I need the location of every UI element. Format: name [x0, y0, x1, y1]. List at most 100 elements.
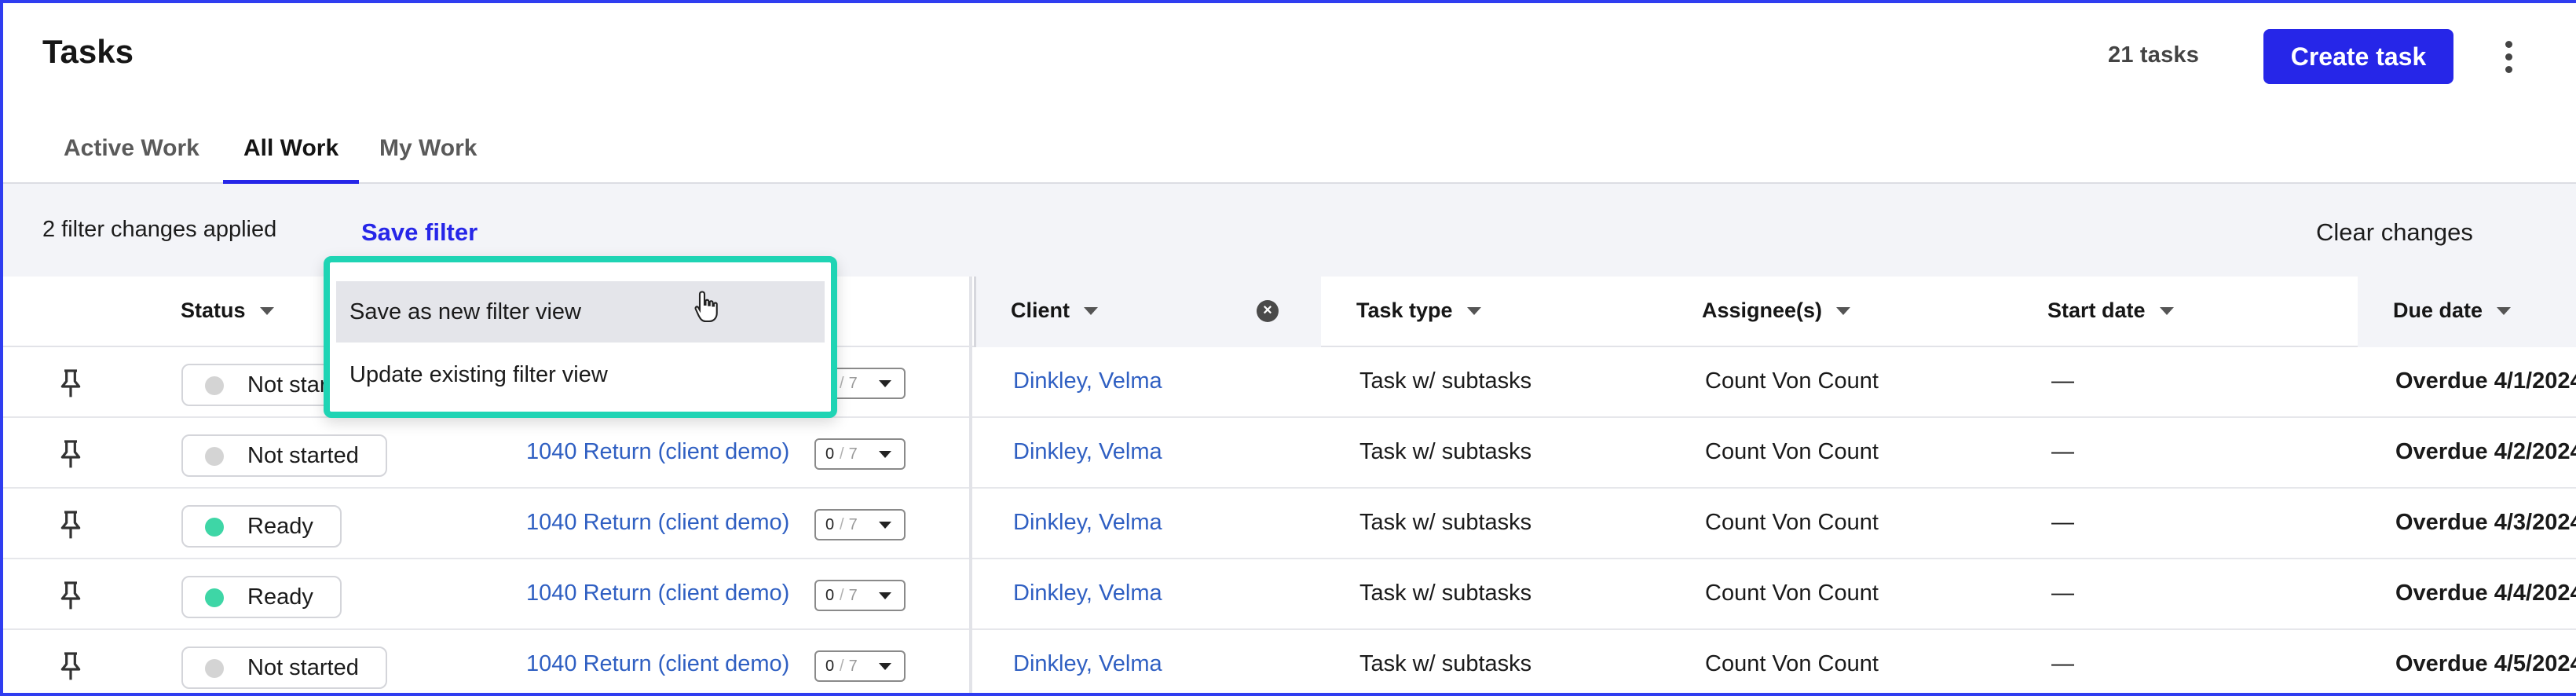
- status-dot: [205, 588, 224, 607]
- menu-item-update-existing[interactable]: Update existing filter view: [336, 344, 825, 405]
- save-filter-menu: Save as new filter view Update existing …: [324, 256, 837, 418]
- clear-client-filter-icon[interactable]: ×: [1257, 300, 1279, 322]
- subtask-progress-dropdown[interactable]: 0/7: [814, 438, 906, 470]
- sort-caret-icon: [2497, 306, 2512, 315]
- subtasks-total: 7: [848, 657, 858, 675]
- save-filter-button[interactable]: Save filter: [361, 218, 478, 247]
- assignee: Count Von Count: [1705, 510, 1879, 535]
- status-dot: [205, 447, 224, 466]
- tab-my-work[interactable]: My Work: [379, 135, 477, 184]
- status-selector[interactable]: Not started: [181, 434, 387, 477]
- task-type: Task w/ subtasks: [1359, 368, 1532, 394]
- chevron-down-icon: [878, 521, 891, 529]
- sort-caret-icon: [1084, 306, 1099, 315]
- client-link[interactable]: Dinkley, Velma: [1013, 368, 1162, 394]
- status-dot: [205, 518, 224, 537]
- status-label: Ready: [247, 584, 313, 610]
- start-date: —: [2051, 651, 2074, 676]
- status-dot: [205, 659, 224, 678]
- app-window: Tasks 21 tasks Create task Active Work A…: [0, 0, 2576, 696]
- chevron-down-icon: [878, 379, 891, 387]
- task-link[interactable]: 1040 Return (client demo): [526, 439, 789, 465]
- due-date: Overdue 4/2/2024: [2395, 439, 2576, 464]
- subtask-progress-dropdown[interactable]: 0/7: [814, 650, 906, 682]
- due-date: Overdue 4/3/2024: [2395, 510, 2576, 535]
- start-date: —: [2051, 368, 2074, 394]
- subtask-progress-dropdown[interactable]: 0/7: [814, 580, 906, 611]
- chevron-down-icon: [878, 592, 891, 599]
- client-link[interactable]: Dinkley, Velma: [1013, 510, 1162, 536]
- sort-caret-icon: [2159, 306, 2174, 315]
- column-divider: [969, 277, 972, 693]
- subtasks-total: 7: [848, 586, 858, 604]
- subtasks-done: 0: [825, 445, 835, 463]
- subtasks-total: 7: [848, 445, 858, 463]
- pin-icon[interactable]: [58, 650, 83, 682]
- assignee: Count Von Count: [1705, 651, 1879, 676]
- hand-pointer-icon: [694, 291, 718, 323]
- page-title: Tasks: [42, 33, 134, 70]
- chevron-down-icon: [878, 662, 891, 670]
- start-date: —: [2051, 510, 2074, 535]
- create-task-button[interactable]: Create task: [2263, 29, 2453, 84]
- due-date: Overdue 4/5/2024: [2395, 651, 2576, 676]
- task-type: Task w/ subtasks: [1359, 581, 1532, 606]
- subtasks-done: 0: [825, 515, 835, 533]
- assignee: Count Von Count: [1705, 439, 1879, 464]
- start-date: —: [2051, 581, 2074, 606]
- subtask-progress-dropdown[interactable]: 0/7: [814, 509, 906, 540]
- task-type: Task w/ subtasks: [1359, 439, 1532, 464]
- table-row[interactable]: Ready 1040 Return (client demo) 0/7 Dinkley…: [3, 559, 2576, 630]
- subtasks-done: 0: [825, 657, 835, 675]
- table-row[interactable]: Ready 1040 Return (client demo) 0/7 Dinkley…: [3, 489, 2576, 559]
- task-count: 21 tasks: [2108, 42, 2200, 68]
- sort-caret-icon: [259, 306, 274, 315]
- column-header-assignees[interactable]: Assignee(s): [1702, 299, 1851, 323]
- task-link[interactable]: 1040 Return (client demo): [526, 651, 789, 677]
- due-date: Overdue 4/4/2024: [2395, 581, 2576, 606]
- assignee: Count Von Count: [1705, 581, 1879, 606]
- client-link[interactable]: Dinkley, Velma: [1013, 651, 1162, 677]
- status-label: Not started: [247, 655, 359, 680]
- table-row[interactable]: Not started 1040 Return (client demo) 0/7 D…: [3, 418, 2576, 489]
- task-link[interactable]: 1040 Return (client demo): [526, 510, 789, 536]
- table-row[interactable]: Not started 1040 Return (client demo) 0/7 D…: [3, 630, 2576, 693]
- status-dot: [205, 376, 224, 395]
- start-date: —: [2051, 439, 2074, 464]
- column-header-status[interactable]: Status: [181, 299, 274, 323]
- status-label: Ready: [247, 514, 313, 539]
- client-link[interactable]: Dinkley, Velma: [1013, 581, 1162, 606]
- more-options-icon[interactable]: [2489, 31, 2528, 82]
- pin-icon[interactable]: [58, 368, 83, 399]
- due-date: Overdue 4/1/2024: [2395, 368, 2576, 394]
- task-link[interactable]: 1040 Return (client demo): [526, 581, 789, 606]
- tab-bar: Active Work All Work My Work: [3, 121, 2576, 184]
- page-header: Tasks 21 tasks Create task Active Work A…: [3, 3, 2576, 184]
- pin-icon[interactable]: [58, 509, 83, 540]
- pin-icon[interactable]: [58, 580, 83, 611]
- tab-all-work[interactable]: All Work: [223, 135, 360, 184]
- sort-caret-icon: [1836, 306, 1851, 315]
- menu-item-save-as-new[interactable]: Save as new filter view: [336, 281, 825, 343]
- filter-status-text: 2 filter changes applied: [42, 217, 277, 242]
- subtasks-done: 0: [825, 586, 835, 604]
- sort-caret-icon: [1466, 306, 1481, 315]
- chevron-down-icon: [878, 450, 891, 458]
- status-selector[interactable]: Not started: [181, 647, 387, 689]
- task-type: Task w/ subtasks: [1359, 651, 1532, 676]
- task-type: Task w/ subtasks: [1359, 510, 1532, 535]
- status-selector[interactable]: Ready: [181, 505, 342, 548]
- column-header-start-date[interactable]: Start date: [2047, 299, 2174, 323]
- subtasks-total: 7: [848, 515, 858, 533]
- client-link[interactable]: Dinkley, Velma: [1013, 439, 1162, 465]
- tab-active-work[interactable]: Active Work: [64, 135, 199, 184]
- pin-icon[interactable]: [58, 438, 83, 470]
- status-label: Not started: [247, 443, 359, 468]
- column-header-due-date[interactable]: Due date: [2393, 299, 2512, 323]
- clear-changes-button[interactable]: Clear changes: [2316, 218, 2473, 247]
- status-selector[interactable]: Ready: [181, 576, 342, 618]
- assignee: Count Von Count: [1705, 368, 1879, 394]
- column-header-task-type[interactable]: Task type: [1356, 299, 1481, 323]
- subtasks-total: 7: [848, 374, 858, 392]
- column-header-client[interactable]: Client: [1011, 299, 1099, 323]
